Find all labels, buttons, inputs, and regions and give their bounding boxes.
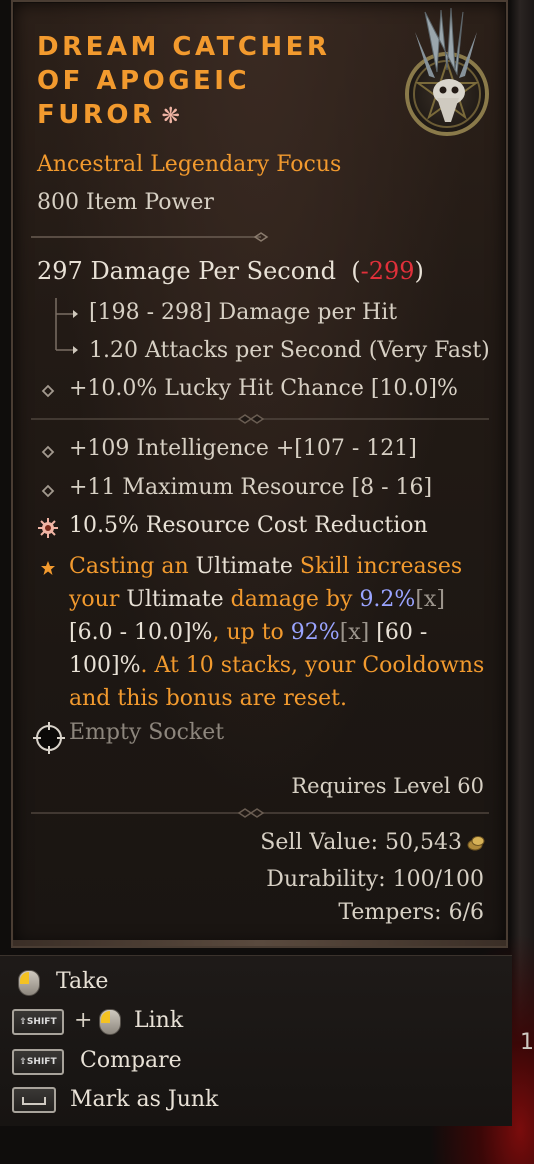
required-level: Requires Level 60 xyxy=(291,774,484,798)
focus-emblem-icon xyxy=(405,7,489,136)
lp-text: , up to xyxy=(212,620,291,645)
item-name: DREAM CATCHER OF APOGEIC FUROR ❋ xyxy=(37,30,347,134)
sell-value: Sell Value: 50,543 xyxy=(260,830,462,855)
legendary-power-text: Casting an Ultimate Skill increases your… xyxy=(69,550,489,715)
shift-key-icon: ⇧SHIFT xyxy=(12,1049,64,1075)
attacks-per-second: 1.20 Attacks per Second (Very Fast) xyxy=(89,338,490,363)
diamond-bullet-icon xyxy=(41,445,55,459)
lp-value: 9.2% xyxy=(359,587,416,612)
affix-intelligence: +109 Intelligence +[107 - 121] xyxy=(69,436,417,461)
plus-sign: + xyxy=(74,1008,93,1033)
divider xyxy=(31,232,269,242)
lp-keyword: Ultimate xyxy=(195,554,293,579)
damage-per-hit: [198 - 298] Damage per Hit xyxy=(89,300,398,325)
empty-socket-icon xyxy=(33,722,65,754)
affix-resource-cost: 10.5% Resource Cost Reduction xyxy=(69,513,428,538)
controls-bar: Take ⇧SHIFT + Link ⇧SHIFT Compare Mark a… xyxy=(0,955,512,1126)
dps-line: 297 Damage Per Second (-299) xyxy=(37,257,424,285)
implicit-lucky-hit: +10.0% Lucky Hit Chance [10.0]% xyxy=(69,376,458,401)
divider xyxy=(31,808,489,818)
mark-as-junk-action[interactable]: Mark as Junk xyxy=(70,1087,218,1112)
take-action[interactable]: Take xyxy=(56,969,108,994)
lp-keyword: Ultimate xyxy=(126,587,224,612)
lp-value: 92% xyxy=(290,620,340,645)
tempers: Tempers: 6/6 xyxy=(338,900,484,925)
lp-text: damage by xyxy=(223,587,360,612)
dps-value: 297 Damage Per Second xyxy=(37,257,336,285)
durability: Durability: 100/100 xyxy=(266,867,484,892)
item-rarity: Ancestral Legendary Focus xyxy=(37,152,342,177)
stat-tree-lines xyxy=(55,298,78,354)
dps-delta-close: ) xyxy=(414,257,424,285)
lp-multiplier-tag: [x] xyxy=(415,587,445,612)
spacebar-key-icon xyxy=(12,1087,56,1113)
legendary-mark-icon: ❋ xyxy=(161,104,184,129)
lp-multiplier-tag: [x] xyxy=(339,620,370,645)
left-mouse-icon xyxy=(99,1009,121,1035)
left-mouse-icon xyxy=(18,970,40,996)
gold-coins-icon xyxy=(467,836,485,851)
compare-action[interactable]: Compare xyxy=(80,1048,182,1073)
item-tooltip: DREAM CATCHER OF APOGEIC FUROR ❋ Ancestra… xyxy=(11,0,508,948)
affix-max-resource: +11 Maximum Resource [8 - 16] xyxy=(69,475,433,500)
dps-delta: -299 xyxy=(360,257,415,285)
diamond-bullet-icon xyxy=(41,484,55,498)
item-power: 800 Item Power xyxy=(37,190,214,215)
greater-affix-icon xyxy=(38,518,58,538)
edge-glyph: 1 xyxy=(520,1030,534,1055)
empty-socket-label: Empty Socket xyxy=(69,720,225,745)
link-action[interactable]: Link xyxy=(134,1008,183,1033)
lp-text: Casting an xyxy=(69,554,196,579)
lp-range: [6.0 - 10.0]% xyxy=(69,620,213,645)
divider xyxy=(31,414,489,424)
dps-delta-open: ( xyxy=(351,257,361,285)
item-name-text: DREAM CATCHER OF APOGEIC FUROR xyxy=(37,32,331,130)
star-bullet-icon xyxy=(41,561,55,575)
diamond-bullet-icon xyxy=(41,384,55,398)
shift-key-icon: ⇧SHIFT xyxy=(12,1009,64,1035)
